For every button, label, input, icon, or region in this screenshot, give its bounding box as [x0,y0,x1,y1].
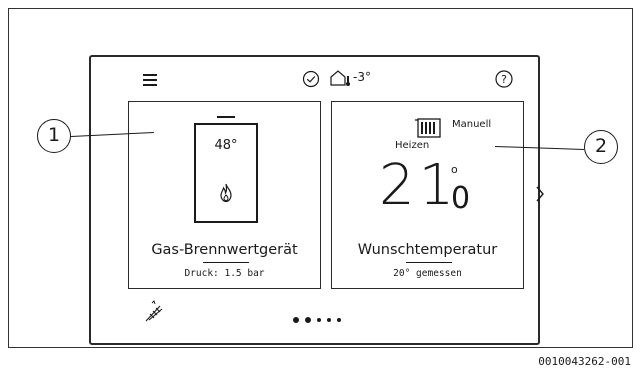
check-circle-icon[interactable] [302,70,320,92]
menu-icon[interactable] [143,74,157,89]
boiler-tile[interactable]: 48° Gas-Brennwertgerät Druck: 1.5 bar [128,101,321,289]
callout-2: 2 [584,130,618,164]
svg-text:?: ? [501,73,507,86]
device-screen: -3° ? 48° Gas-Brennwertgerät Druck: 1.5 … [89,55,544,345]
boiler-temperature: 48° [214,138,238,153]
boiler-title: Gas-Brennwertgerät [151,242,298,258]
flame-icon [218,183,234,207]
boiler-cap [217,116,235,118]
chimney-sweep-icon[interactable] [143,300,165,328]
setpoint-temperature: 21 [379,153,459,218]
measured-temperature: 20° gemessen [393,268,462,279]
page-indicator[interactable] [293,317,341,323]
page-dot[interactable] [327,318,331,322]
thermostat-title: Wunschtemperatur [357,242,498,258]
help-icon[interactable]: ? [494,69,514,93]
page-dot[interactable] [337,318,341,322]
temperature-unit: o [451,163,458,176]
mode-label: Manuell [452,119,492,130]
thermostat-divider [406,262,452,263]
page-dot[interactable] [317,318,321,322]
heating-status: Heizen [395,140,430,151]
figure-id: 0010043262-001 [538,355,631,368]
callout-1: 1 [37,119,71,153]
chevron-right-icon[interactable] [535,185,545,207]
thermostat-tile[interactable]: Manuell Heizen 21 o 0 Wunschtemperatur 2… [331,101,524,289]
page-dot[interactable] [305,317,311,323]
page-dot[interactable] [293,317,299,323]
outdoor-temperature: -3° [353,70,371,84]
outdoor-temperature-icon [329,69,351,91]
boiler-divider [203,262,249,263]
boiler-icon: 48° [194,123,258,223]
boiler-pressure: Druck: 1.5 bar [184,268,265,279]
setpoint-decimal: 0 [451,181,471,216]
